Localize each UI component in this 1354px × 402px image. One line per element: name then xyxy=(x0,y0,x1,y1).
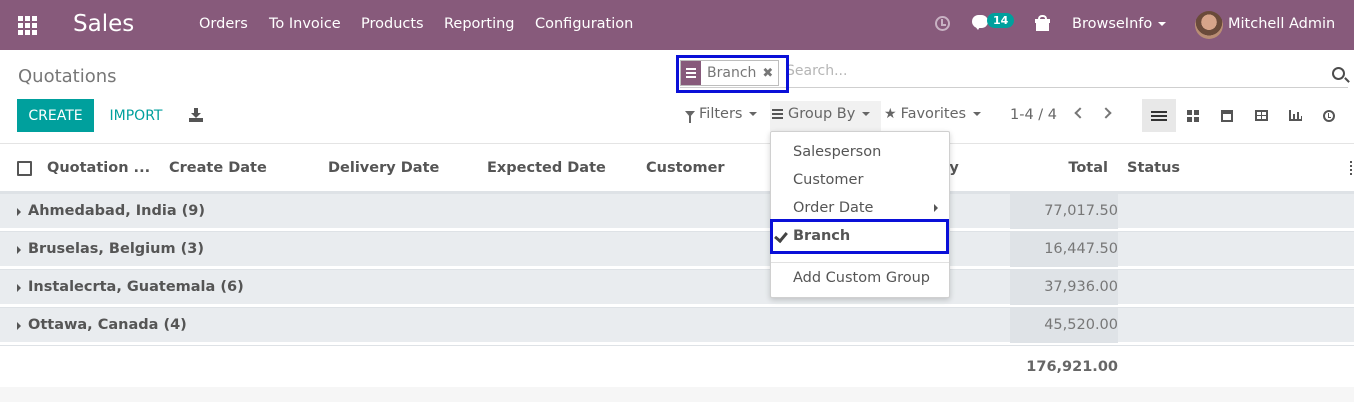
group-total: 77,017.50 xyxy=(1044,203,1118,219)
group-by-label: Group By xyxy=(788,106,856,122)
company-switcher[interactable]: BrowseInfo xyxy=(1072,16,1167,32)
caret-right-icon xyxy=(17,208,21,216)
group-by-dropdown: Salesperson Customer Order Date Branch A… xyxy=(770,131,950,298)
search-icon[interactable] xyxy=(1332,67,1345,80)
group-row[interactable]: Instalecrta, Guatemala (6) 37,936.00 xyxy=(0,269,1354,305)
chevron-down-icon xyxy=(1158,22,1167,26)
group-by-option-order-date[interactable]: Order Date xyxy=(793,200,873,216)
column-header-customer[interactable]: Customer xyxy=(646,160,725,176)
select-all-checkbox[interactable] xyxy=(17,161,32,176)
group-row[interactable]: Ottawa, Canada (4) 45,520.00 xyxy=(0,307,1354,343)
group-label: Instalecrta, Guatemala (6) xyxy=(28,279,244,295)
column-header-delivery-date[interactable]: Delivery Date xyxy=(328,160,439,176)
group-row[interactable]: Bruselas, Belgium (3) 16,447.50 xyxy=(0,231,1354,267)
group-label: Bruselas, Belgium (3) xyxy=(28,241,204,257)
menu-configuration[interactable]: Configuration xyxy=(535,16,633,32)
pivot-view-icon xyxy=(1254,110,1268,121)
group-total: 37,936.00 xyxy=(1044,279,1118,295)
list-view-button[interactable] xyxy=(1142,99,1176,132)
group-label: Ahmedabad, India (9) xyxy=(28,203,205,219)
grand-total: 176,921.00 xyxy=(1026,359,1118,375)
filters-label: Filters xyxy=(699,106,743,122)
menu-orders[interactable]: Orders xyxy=(199,16,248,32)
graph-view-icon xyxy=(1288,110,1302,121)
caret-right-icon xyxy=(17,284,21,292)
company-name: BrowseInfo xyxy=(1072,16,1153,32)
search-input[interactable] xyxy=(786,63,1306,79)
group-total-cell: 16,447.50 xyxy=(1010,232,1118,267)
activity-clock-icon[interactable] xyxy=(935,16,950,31)
chevron-down-icon xyxy=(862,112,871,116)
kanban-view-button[interactable] xyxy=(1176,99,1210,132)
column-header-quotation[interactable]: Quotation ... xyxy=(47,160,150,176)
group-label: Ottawa, Canada (4) xyxy=(28,317,187,333)
column-header-status[interactable]: Status xyxy=(1127,160,1180,176)
page-bottom-band xyxy=(0,387,1354,402)
menu-products[interactable]: Products xyxy=(361,16,424,32)
favorites-button[interactable]: ★ Favorites xyxy=(884,106,982,122)
caret-right-icon xyxy=(17,246,21,254)
group-total: 45,520.00 xyxy=(1044,317,1118,333)
app-name[interactable]: Sales xyxy=(73,11,134,37)
table-header: Quotation ... Create Date Delivery Date … xyxy=(0,143,1354,193)
group-by-option-customer[interactable]: Customer xyxy=(793,172,863,188)
download-icon[interactable] xyxy=(189,108,203,122)
page-title: Quotations xyxy=(18,66,117,87)
caret-right-icon xyxy=(934,204,938,212)
avatar[interactable] xyxy=(1195,11,1223,39)
top-navbar: Sales Orders To Invoice Products Reporti… xyxy=(0,0,1354,50)
group-total: 16,447.50 xyxy=(1044,241,1118,257)
group-total-cell: 37,936.00 xyxy=(1010,270,1118,305)
calendar-view-icon xyxy=(1221,109,1233,122)
create-button[interactable]: CREATE xyxy=(17,99,94,132)
group-total-cell: 77,017.50 xyxy=(1010,194,1118,229)
activity-view-icon xyxy=(1323,109,1335,122)
divider xyxy=(771,262,949,263)
activity-view-button[interactable] xyxy=(1312,99,1346,132)
pager-value[interactable]: 1-4 / 4 xyxy=(1010,107,1057,123)
table-footer: 176,921.00 xyxy=(0,345,1354,387)
graph-view-button[interactable] xyxy=(1278,99,1312,132)
filter-icon xyxy=(685,111,695,123)
user-menu[interactable]: Mitchell Admin xyxy=(1228,16,1335,32)
kanban-view-icon xyxy=(1187,109,1199,122)
chevron-down-icon xyxy=(749,112,758,116)
chevron-down-icon xyxy=(973,112,982,116)
chevron-right-icon[interactable] xyxy=(1100,107,1112,119)
group-row[interactable]: Ahmedabad, India (9) 77,017.50 xyxy=(0,193,1354,229)
highlight-box-facet xyxy=(676,55,789,93)
group-by-icon xyxy=(772,109,783,119)
apps-menu-icon[interactable] xyxy=(18,16,37,35)
favorites-label: Favorites xyxy=(900,106,967,122)
column-header-expected-date[interactable]: Expected Date xyxy=(487,160,606,176)
star-icon: ★ xyxy=(884,106,897,122)
gift-icon[interactable] xyxy=(1035,15,1050,31)
optional-columns-icon[interactable] xyxy=(1350,161,1354,175)
highlight-box-branch-option xyxy=(770,219,949,254)
column-header-total[interactable]: Total xyxy=(1010,160,1108,176)
calendar-view-button[interactable] xyxy=(1210,99,1244,132)
filters-button[interactable]: Filters xyxy=(685,106,758,123)
list-view-icon xyxy=(1151,110,1167,121)
import-button[interactable]: IMPORT xyxy=(100,99,172,132)
group-total-cell: 45,520.00 xyxy=(1010,308,1118,343)
menu-to-invoice[interactable]: To Invoice xyxy=(269,16,341,32)
messages-icon[interactable] xyxy=(972,15,988,30)
chevron-left-icon[interactable] xyxy=(1074,107,1086,119)
group-by-button[interactable]: Group By xyxy=(772,106,871,122)
column-header-create-date[interactable]: Create Date xyxy=(169,160,267,176)
menu-reporting[interactable]: Reporting xyxy=(444,16,515,32)
messages-count-badge: 14 xyxy=(987,13,1015,28)
add-custom-group-button[interactable]: Add Custom Group xyxy=(793,270,930,286)
group-by-option-salesperson[interactable]: Salesperson xyxy=(793,144,881,160)
caret-right-icon xyxy=(17,322,21,330)
view-switcher xyxy=(1142,99,1346,132)
pivot-view-button[interactable] xyxy=(1244,99,1278,132)
